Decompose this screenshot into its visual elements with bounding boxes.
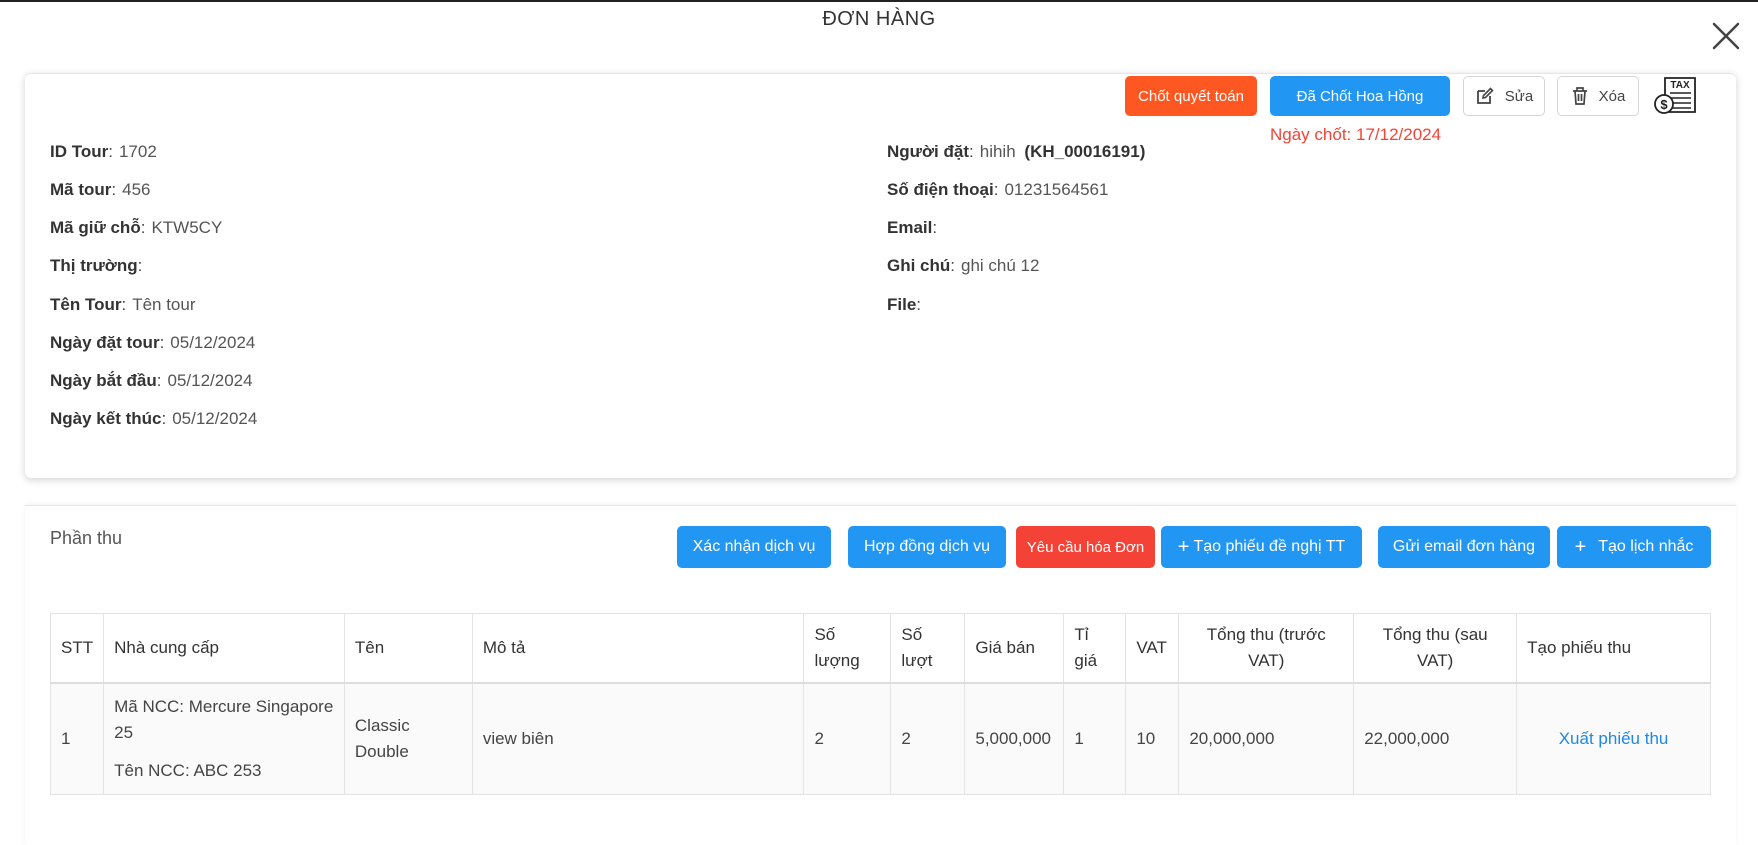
delete-button[interactable]: Xóa (1557, 76, 1639, 116)
payment-request-button[interactable]: + Tạo phiếu đề nghị TT (1161, 526, 1362, 568)
plus-icon: + (1177, 535, 1190, 558)
cell-quantity: 2 (803, 682, 892, 795)
col-quantity: Số lượng (803, 613, 892, 684)
send-email-button[interactable]: Gửi email đơn hàng (1378, 526, 1550, 568)
order-info-card (25, 73, 1736, 478)
col-total-pre-vat: Tổng thu (trước VAT) (1178, 613, 1355, 684)
cell-action: Xuất phiếu thu (1516, 682, 1711, 795)
svg-text:TAX: TAX (1670, 80, 1690, 91)
table-row: 1 Mã NCC: Mercure Singapore 25 Tên NCC: … (49, 682, 1711, 795)
closed-date-text: Ngày chốt: 17/12/2024 (1270, 125, 1442, 144)
cell-turns: 2 (890, 682, 966, 795)
create-reminder-label: Tạo lịch nhắc (1598, 538, 1694, 555)
supplier-name: Tên NCC: ABC 253 (114, 761, 262, 780)
col-stt: STT (49, 613, 105, 684)
modal-title: ĐƠN HÀNG (822, 8, 936, 30)
col-supplier: Nhà cung cấp (103, 613, 345, 684)
booked-date-field: Ngày đặt tour: 05/12/2024 (50, 333, 256, 352)
close-icon[interactable] (1710, 20, 1742, 52)
email-field: Email: (887, 218, 938, 237)
market-field: Thị trường: (50, 256, 143, 275)
supplier-code: Mã NCC: Mercure Singapore 25 (114, 697, 334, 742)
top-border (0, 0, 1758, 2)
col-rate: Tỉ giá (1063, 613, 1127, 684)
trash-icon (1572, 87, 1587, 105)
commission-closed-button[interactable]: Đã Chốt Hoa Hồng (1270, 76, 1450, 116)
svg-text:$: $ (1660, 97, 1668, 112)
tour-code-field: Mã tour: 456 (50, 180, 151, 199)
col-description: Mô tả (471, 613, 805, 684)
cell-description: view biên (471, 682, 805, 795)
cell-name: Classic Double (343, 682, 473, 795)
edit-label: Sửa (1504, 87, 1534, 105)
col-total-post-vat: Tổng thu (sau VAT) (1353, 613, 1518, 684)
col-price: Giá bán (964, 613, 1065, 684)
col-create-receipt: Tạo phiếu thu (1516, 613, 1711, 684)
file-field: File: (887, 295, 922, 314)
confirm-service-button[interactable]: Xác nhận dịch vụ (677, 526, 831, 568)
col-vat: VAT (1125, 613, 1180, 684)
cell-rate: 1 (1063, 682, 1127, 795)
table-header-row: STT Nhà cung cấp Tên Mô tả Số lượng Số l… (49, 613, 1711, 684)
invoice-request-button[interactable]: Yêu cầu hóa Đơn (1016, 526, 1155, 568)
end-date-field: Ngày kết thúc: 05/12/2024 (50, 409, 258, 428)
tour-id-field: ID Tour: 1702 (50, 142, 157, 161)
plus-icon: + (1574, 535, 1587, 558)
tax-invoice-icon[interactable]: TAX $ (1653, 76, 1697, 116)
service-contract-button[interactable]: Hợp đồng dịch vụ (848, 526, 1006, 568)
hold-code-field: Mã giữ chỗ: KTW5CY (50, 218, 223, 237)
receipts-title: Phần thu (50, 528, 123, 548)
booker-field: Người đặt: hihih (KH_00016191) (887, 142, 1146, 161)
phone-field: Số điện thoại: 01231564561 (887, 180, 1109, 199)
edit-button[interactable]: Sửa (1463, 76, 1545, 116)
receipts-table: STT Nhà cung cấp Tên Mô tả Số lượng Số l… (49, 613, 1711, 795)
cell-total-post-vat: 22,000,000 (1353, 682, 1518, 795)
edit-icon (1476, 87, 1494, 104)
cell-vat: 10 (1125, 682, 1180, 795)
col-name: Tên (343, 613, 473, 684)
payment-request-label: Tạo phiếu đề nghị TT (1193, 538, 1346, 555)
create-reminder-button[interactable]: + Tạo lịch nhắc (1557, 526, 1711, 568)
cell-supplier: Mã NCC: Mercure Singapore 25 Tên NCC: AB… (103, 682, 345, 795)
cell-price: 5,000,000 (964, 682, 1065, 795)
export-receipt-link[interactable]: Xuất phiếu thu (1527, 726, 1700, 752)
settle-button[interactable]: Chốt quyết toán (1125, 76, 1257, 116)
col-turns: Số lượt (890, 613, 966, 684)
tour-name-field: Tên Tour: Tên tour (50, 295, 196, 314)
start-date-field: Ngày bắt đầu: 05/12/2024 (50, 371, 253, 390)
cell-total-pre-vat: 20,000,000 (1178, 682, 1355, 795)
delete-label: Xóa (1598, 87, 1626, 105)
cell-stt: 1 (49, 682, 105, 795)
note-field: Ghi chú: ghi chú 12 (887, 256, 1040, 275)
